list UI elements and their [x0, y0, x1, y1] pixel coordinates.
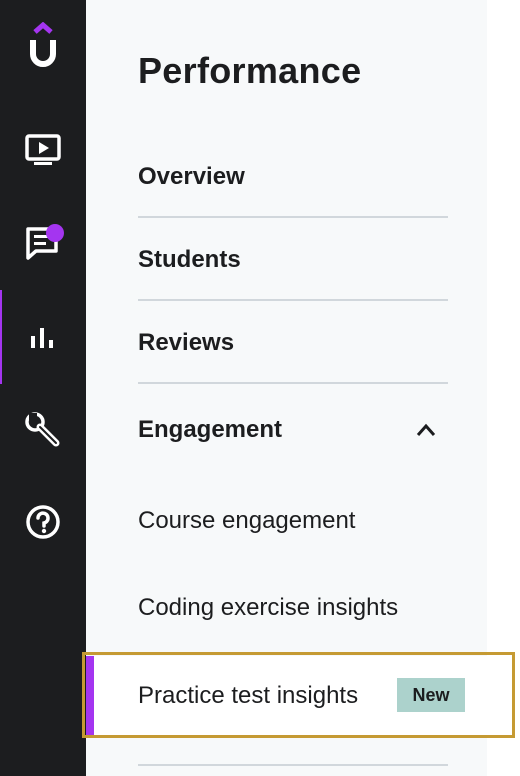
rail-courses[interactable]	[0, 120, 86, 180]
udemy-logo-link[interactable]	[0, 16, 86, 76]
panel-title: Performance	[138, 50, 362, 91]
divider	[138, 216, 448, 218]
performance-panel: Performance Overview Students Reviews En…	[86, 0, 487, 776]
rail-help[interactable]	[0, 492, 86, 552]
nav-overview[interactable]: Overview	[138, 163, 448, 191]
rail-performance[interactable]	[0, 290, 86, 384]
wrench-icon	[25, 412, 60, 447]
nav-practice-test-insights-label: Practice test insights	[138, 682, 359, 709]
divider	[138, 382, 448, 384]
nav-students[interactable]: Students	[138, 246, 448, 274]
rail-tools[interactable]	[0, 400, 86, 460]
rail-communication[interactable]	[0, 212, 86, 272]
nav-coding-exercise-insights[interactable]: Coding exercise insights	[138, 594, 398, 622]
video-icon	[25, 134, 61, 165]
new-badge: New	[397, 678, 465, 712]
help-icon	[26, 505, 60, 539]
udemy-logo-icon	[30, 22, 56, 67]
notification-dot	[46, 224, 64, 242]
nav-engagement[interactable]: Engagement	[138, 416, 448, 444]
icon-sidebar	[0, 0, 86, 776]
selected-indicator	[86, 656, 94, 736]
nav-practice-test-insights[interactable]: Practice test insights New	[86, 656, 487, 736]
divider	[138, 764, 448, 766]
chevron-up-icon[interactable]	[415, 420, 437, 440]
bar-chart-icon	[31, 328, 53, 348]
divider	[138, 299, 448, 301]
nav-course-engagement[interactable]: Course engagement	[138, 507, 355, 535]
nav-reviews[interactable]: Reviews	[138, 329, 448, 357]
